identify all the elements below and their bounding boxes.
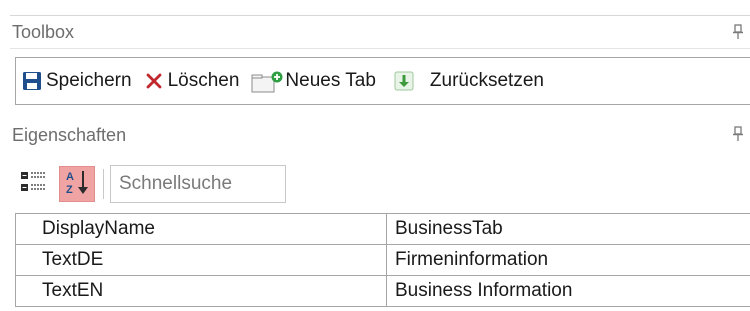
property-name: TextDE: [16, 245, 387, 275]
reset-label: Zurücksetzen: [429, 70, 544, 91]
pin-icon[interactable]: [732, 24, 744, 40]
floppy-disk-icon: [22, 71, 42, 91]
toolbox-toolbar: Speichern Löschen Neues Tab Zurücksetzen: [15, 57, 750, 105]
save-button[interactable]: Speichern: [22, 65, 132, 97]
new-tab-label: Neues Tab: [285, 70, 376, 91]
property-name: TextEN: [16, 276, 387, 306]
properties-header: Eigenschaften: [10, 118, 750, 152]
reset-button[interactable]: Zurücksetzen: [394, 65, 544, 97]
property-value[interactable]: BusinessTab: [387, 214, 750, 244]
toolbox-title: Toolbox: [12, 21, 75, 42]
table-row[interactable]: DisplayName BusinessTab: [16, 214, 750, 245]
quick-search-input[interactable]: [110, 165, 286, 203]
property-value[interactable]: Firmeninformation: [387, 245, 750, 275]
svg-text:Z: Z: [66, 184, 73, 196]
toolbox-header: Toolbox: [10, 15, 750, 49]
delete-label: Löschen: [167, 70, 240, 91]
property-grid: DisplayName BusinessTab TextDE Firmeninf…: [15, 213, 750, 307]
toolbar-separator: [103, 169, 104, 199]
sort-az-icon: A Z: [63, 168, 91, 201]
x-icon: [144, 71, 164, 91]
pin-icon[interactable]: [732, 126, 744, 142]
property-name: DisplayName: [16, 214, 387, 244]
alphabetical-sort-button[interactable]: A Z: [59, 166, 95, 202]
svg-text:A: A: [66, 171, 74, 183]
table-row[interactable]: TextEN Business Information: [16, 276, 750, 307]
property-value[interactable]: Business Information: [387, 276, 750, 306]
categorized-view-icon: [19, 169, 47, 200]
reset-arrow-icon: [394, 71, 414, 91]
categorized-view-button[interactable]: [15, 166, 51, 202]
table-row[interactable]: TextDE Firmeninformation: [16, 245, 750, 276]
property-grid-toolbar: A Z: [15, 160, 286, 208]
save-label: Speichern: [46, 70, 132, 91]
new-tab-button[interactable]: Neues Tab: [251, 65, 376, 97]
new-tab-icon: [251, 71, 285, 93]
designer-panels: Toolbox Speichern Löschen Neues Tab Zurü…: [0, 0, 750, 311]
properties-title: Eigenschaften: [12, 124, 127, 145]
delete-button[interactable]: Löschen: [144, 65, 240, 97]
